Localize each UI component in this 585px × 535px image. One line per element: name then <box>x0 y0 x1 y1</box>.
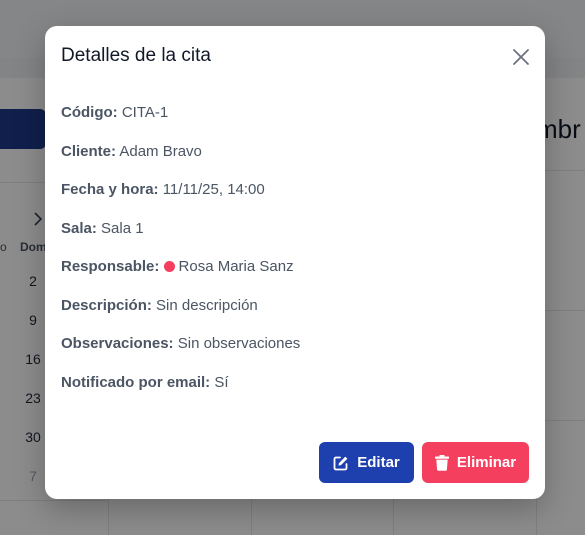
edit-button-label: Editar <box>357 454 400 471</box>
field-sala: Sala: Sala 1 <box>61 220 144 237</box>
field-label: Fecha y hora: <box>61 181 159 198</box>
appointment-details-modal: Detalles de la cita Código: CITA-1 Clien… <box>45 26 545 499</box>
field-responsable: Responsable: Rosa Maria Sanz <box>61 258 294 275</box>
field-cliente: Cliente: Adam Bravo <box>61 143 202 160</box>
field-fecha-hora: Fecha y hora: 11/11/25, 14:00 <box>61 181 265 198</box>
close-button[interactable] <box>511 47 531 67</box>
edit-button[interactable]: Editar <box>319 442 414 483</box>
field-codigo: Código: CITA-1 <box>61 104 168 121</box>
responsible-color-dot <box>163 261 175 272</box>
field-notificado: Notificado por email: Sí <box>61 374 229 391</box>
field-descripcion: Descripción: Sin descripción <box>61 297 258 314</box>
field-label: Cliente: <box>61 143 117 160</box>
field-value: Sala 1 <box>101 220 144 237</box>
delete-button-label: Eliminar <box>456 454 517 471</box>
field-label: Observaciones: <box>61 335 174 352</box>
field-value: Sin observaciones <box>177 335 301 352</box>
field-label: Responsable: <box>61 258 160 275</box>
field-value: Rosa Maria Sanz <box>178 258 294 275</box>
modal-title: Detalles de la cita <box>61 45 211 66</box>
close-icon <box>511 49 531 71</box>
trash-icon <box>434 454 449 471</box>
field-label: Código: <box>61 104 118 121</box>
field-value: Adam Bravo <box>119 143 202 160</box>
field-value: Sin descripción <box>156 297 258 314</box>
field-value: CITA-1 <box>121 104 169 121</box>
field-label: Notificado por email: <box>61 374 211 391</box>
field-value: Sí <box>214 374 229 391</box>
field-label: Sala: <box>61 220 97 237</box>
field-value: 11/11/25, 14:00 <box>162 181 265 198</box>
field-label: Descripción: <box>61 297 152 314</box>
delete-button[interactable]: Eliminar <box>422 442 529 483</box>
field-observaciones: Observaciones: Sin observaciones <box>61 335 300 352</box>
edit-icon <box>333 455 349 471</box>
